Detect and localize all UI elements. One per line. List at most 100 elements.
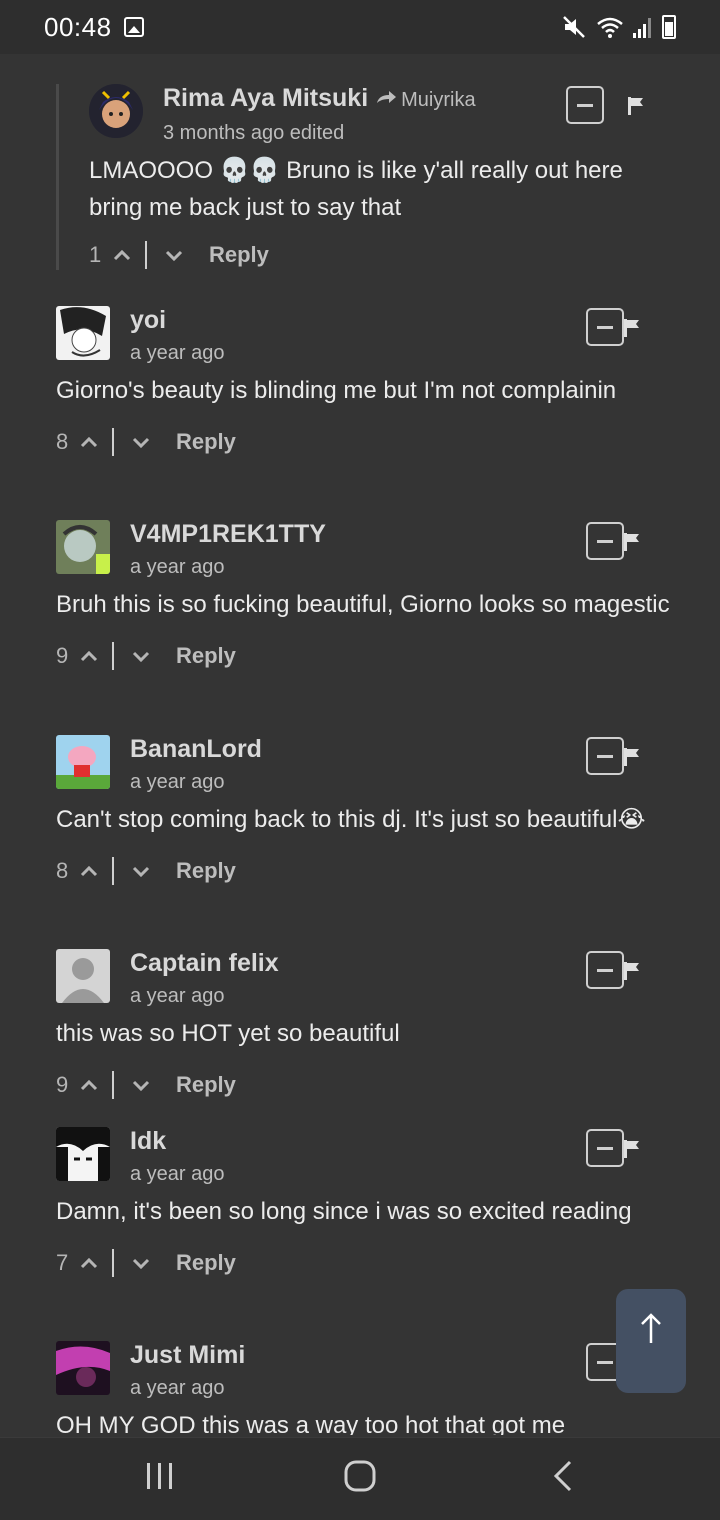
comment-body: Giorno's beauty is blinding me but I'm n… [56, 377, 617, 404]
comment-header: Captain felix a year ago [56, 949, 676, 1007]
collapse-button[interactable] [586, 522, 624, 560]
status-bar: 00:48 [0, 0, 720, 54]
comment: V4MP1REK1TTY a year ago Bruh this is so … [56, 520, 676, 671]
comment-body: Can't stop coming back to this dj. It's … [56, 806, 646, 833]
vote-divider [145, 241, 147, 269]
reply-button[interactable]: Reply [176, 643, 236, 669]
comment-time: a year ago [130, 556, 225, 578]
upvote-icon[interactable] [78, 1252, 100, 1274]
downvote-icon[interactable] [130, 645, 152, 667]
comment-body: this was so HOT yet so beautiful [56, 1020, 400, 1047]
comment-author[interactable]: Rima Aya Mitsuki Muiyrika [163, 84, 476, 114]
comment-time: a year ago [130, 342, 225, 364]
comment-actions: 1 Reply [89, 240, 676, 270]
comment-actions: 7 Reply [56, 1248, 676, 1278]
upvote-icon[interactable] [78, 860, 100, 882]
comment-header: BananLord a year ago [56, 735, 676, 793]
author-name[interactable]: yoi [130, 306, 225, 334]
author-name[interactable]: Idk [130, 1127, 225, 1155]
comment-body: OH MY GOD this was a way too hot that go… [56, 1412, 566, 1435]
comment-time: a year ago [130, 1377, 225, 1399]
reply-arrow-icon [377, 91, 397, 103]
status-time: 00:48 [44, 11, 112, 42]
comment: Just Mimi a year ago OH MY GOD this was … [56, 1341, 676, 1435]
comment-header: Idk a year ago [56, 1127, 676, 1185]
comment: Captain felix a year ago this was so HOT… [56, 949, 676, 1100]
vote-divider [112, 1071, 114, 1099]
comment: Idk a year ago Damn, it's been so long s… [56, 1127, 676, 1278]
author-name[interactable]: BananLord [130, 735, 262, 763]
avatar[interactable] [56, 949, 110, 1003]
avatar[interactable] [56, 735, 110, 789]
arrow-up-icon [641, 1313, 661, 1343]
downvote-icon[interactable] [130, 431, 152, 453]
comment: yoi a year ago Giorno's beauty is blindi… [56, 306, 676, 457]
recent-apps-icon[interactable] [145, 1458, 175, 1494]
comment-header: Rima Aya Mitsuki Muiyrika 3 months ago e… [89, 84, 676, 144]
author-name[interactable]: Captain felix [130, 949, 279, 977]
comment-time: a year ago [130, 771, 225, 793]
collapse-button[interactable] [586, 951, 624, 989]
image-notification-icon [123, 17, 144, 37]
downvote-icon[interactable] [163, 244, 185, 266]
reply-button[interactable]: Reply [176, 429, 236, 455]
comment-actions: 8 Reply [56, 427, 676, 457]
downvote-icon[interactable] [130, 1252, 152, 1274]
reply-button[interactable]: Reply [176, 1250, 236, 1276]
comment-time: a year ago [130, 985, 225, 1007]
avatar[interactable] [56, 306, 110, 360]
collapse-button[interactable] [586, 308, 624, 346]
flag-icon[interactable] [624, 94, 648, 118]
collapse-button[interactable] [586, 1129, 624, 1167]
flag-icon[interactable] [620, 959, 644, 983]
collapse-button[interactable] [566, 86, 604, 124]
vote-count: 1 [89, 242, 102, 267]
author-name[interactable]: Rima Aya Mitsuki [163, 84, 368, 112]
vote-count: 9 [56, 1072, 69, 1097]
vote-count: 8 [56, 858, 69, 883]
comment-actions: 8 Reply [56, 856, 676, 886]
upvote-icon[interactable] [78, 645, 100, 667]
comment-actions: 9 Reply [56, 641, 676, 671]
avatar[interactable] [89, 84, 143, 138]
comment-body: Bruh this is so fucking beautiful, Giorn… [56, 591, 670, 618]
comment-header: Just Mimi a year ago [56, 1341, 676, 1399]
vote-count: 9 [56, 643, 69, 668]
downvote-icon[interactable] [130, 1074, 152, 1096]
flag-icon[interactable] [620, 530, 644, 554]
avatar[interactable] [56, 1127, 110, 1181]
status-icons [562, 15, 676, 39]
flag-icon[interactable] [620, 316, 644, 340]
mute-icon [563, 16, 585, 38]
system-nav-bar [0, 1437, 720, 1520]
comment-body: LMAOOOO 💀💀 Bruno is like y'all really ou… [89, 157, 623, 221]
home-icon[interactable] [343, 1458, 377, 1494]
scroll-to-top-button[interactable] [616, 1289, 686, 1393]
upvote-icon[interactable] [78, 431, 100, 453]
wifi-icon [597, 17, 623, 38]
reply-to-user[interactable]: Muiyrika [401, 89, 475, 111]
vote-count: 7 [56, 1250, 69, 1275]
reply-button[interactable]: Reply [176, 858, 236, 884]
back-icon[interactable] [548, 1458, 578, 1494]
author-name[interactable]: V4MP1REK1TTY [130, 520, 326, 548]
vote-divider [112, 857, 114, 885]
avatar[interactable] [56, 520, 110, 574]
flag-icon[interactable] [620, 745, 644, 769]
comment-body: Damn, it's been so long since i was so e… [56, 1198, 632, 1225]
upvote-icon[interactable] [111, 244, 133, 266]
upvote-icon[interactable] [78, 1074, 100, 1096]
nested-reply-comment: Rima Aya Mitsuki Muiyrika 3 months ago e… [56, 84, 676, 270]
avatar[interactable] [56, 1341, 110, 1395]
comment-time: 3 months ago edited [163, 122, 345, 144]
reply-button[interactable]: Reply [209, 242, 269, 268]
vote-divider [112, 642, 114, 670]
downvote-icon[interactable] [130, 860, 152, 882]
author-name[interactable]: Just Mimi [130, 1341, 245, 1369]
comment-header: V4MP1REK1TTY a year ago [56, 520, 676, 578]
flag-icon[interactable] [620, 1137, 644, 1161]
collapse-button[interactable] [586, 737, 624, 775]
signal-icon [633, 18, 651, 38]
comment-actions: 9 Reply [56, 1070, 676, 1100]
reply-button[interactable]: Reply [176, 1072, 236, 1098]
